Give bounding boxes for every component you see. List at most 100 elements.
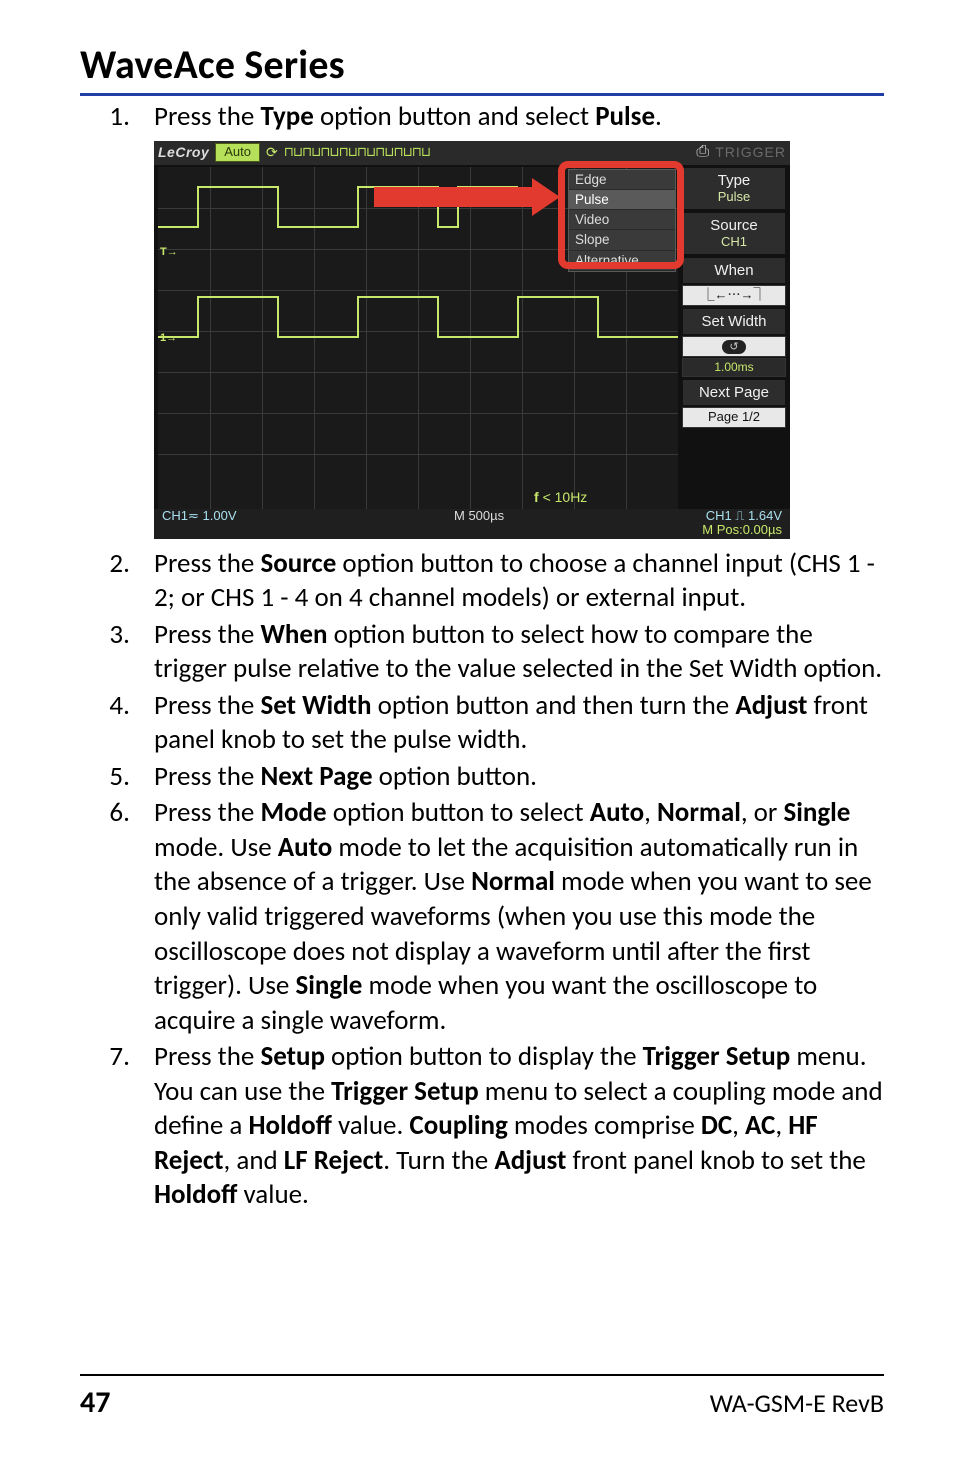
text: , and bbox=[224, 1144, 284, 1177]
text: modes comprise bbox=[508, 1109, 701, 1142]
bold: Holdoff bbox=[154, 1178, 237, 1211]
text: Press the bbox=[154, 760, 260, 793]
adjust-knob-icon: ↺ bbox=[722, 340, 745, 354]
step-5: Press the Next Page option button. bbox=[136, 760, 884, 795]
text: front panel knob to set the bbox=[566, 1144, 865, 1177]
bold: Source bbox=[260, 547, 336, 580]
status-trigger: CH1 ⎍ 1.64V bbox=[702, 509, 782, 523]
softkey-when[interactable]: When bbox=[682, 257, 786, 284]
trigger-title: TRIGGER bbox=[715, 144, 786, 162]
print-icon: ⎙ bbox=[696, 142, 709, 162]
bold: Normal bbox=[471, 865, 555, 898]
text: option button and then turn the bbox=[372, 689, 736, 722]
bold: Mode bbox=[260, 796, 326, 829]
text: , or bbox=[741, 796, 784, 829]
text: Press the bbox=[154, 689, 260, 722]
bold: LF Reject bbox=[284, 1144, 383, 1177]
type-dropdown: Edge Pulse Video Slope Alternative bbox=[568, 169, 676, 272]
status-timebase: M 500µs bbox=[454, 509, 504, 523]
text: , bbox=[732, 1109, 745, 1142]
brand-label: LeCroy bbox=[158, 144, 209, 162]
bold: Coupling bbox=[409, 1109, 507, 1142]
softkey-setwidth-label: Set Width bbox=[701, 313, 766, 330]
text: . bbox=[655, 100, 662, 133]
bold: Trigger Setup bbox=[331, 1075, 479, 1108]
footer-page-number: 47 bbox=[80, 1384, 110, 1421]
text: option button and select bbox=[314, 100, 595, 133]
step-4: Press the Set Width option button and th… bbox=[136, 689, 884, 758]
text: Press the bbox=[154, 796, 260, 829]
bold: Auto bbox=[278, 831, 332, 864]
status-position: M Pos:0.00µs bbox=[702, 523, 782, 537]
numbered-steps: Press the Type option button and select … bbox=[80, 100, 884, 1213]
text: option button to select bbox=[327, 796, 590, 829]
footer-doc-id: WA-GSM-E RevB bbox=[710, 1387, 884, 1419]
page-title: WaveAce Series bbox=[80, 40, 884, 89]
softkey-source[interactable]: Source CH1 bbox=[682, 212, 786, 255]
bold: Trigger Setup bbox=[643, 1040, 791, 1073]
bold: Pulse bbox=[595, 100, 655, 133]
bold: Adjust bbox=[735, 689, 807, 722]
dropdown-option-video[interactable]: Video bbox=[569, 210, 675, 230]
bold: Set Width bbox=[260, 689, 371, 722]
softkey-type-label: Type bbox=[718, 172, 751, 189]
dropdown-option-alternative[interactable]: Alternative bbox=[569, 251, 675, 271]
softkey-source-label: Source bbox=[710, 217, 758, 234]
bold: Auto bbox=[590, 796, 644, 829]
bold: Single bbox=[295, 969, 362, 1002]
callout-arrow bbox=[374, 177, 564, 217]
step-2: Press the Source option button to choose… bbox=[136, 547, 884, 616]
softkey-nextpage[interactable]: Next Page bbox=[682, 379, 786, 406]
bold: Normal bbox=[657, 796, 741, 829]
text: option button. bbox=[373, 760, 537, 793]
dropdown-option-slope[interactable]: Slope bbox=[569, 230, 675, 250]
title-underline bbox=[80, 93, 884, 96]
waveform-preview-icon: ⊓⊔⊓⊔⊓⊔⊓⊔⊓⊔⊓⊔⊓⊔⊓⊔ bbox=[284, 144, 430, 161]
page-footer: 47 WA-GSM-E RevB bbox=[80, 1374, 884, 1421]
text: Press the bbox=[154, 1040, 260, 1073]
softkey-setwidth[interactable]: Set Width bbox=[682, 308, 786, 335]
acq-status-badge: Auto bbox=[215, 143, 260, 162]
text: , bbox=[644, 796, 657, 829]
oscilloscope-screenshot: LeCroy Auto ⟳ ⊓⊔⊓⊔⊓⊔⊓⊔⊓⊔⊓⊔⊓⊔⊓⊔ ⎙ TRIGGER bbox=[154, 141, 884, 539]
text: , bbox=[775, 1109, 788, 1142]
dropdown-option-pulse[interactable]: Pulse bbox=[569, 190, 675, 210]
bold: Type bbox=[260, 100, 313, 133]
trigger-frequency: f f < 10Hz < 10Hz bbox=[534, 489, 587, 507]
document-page: WaveAce Series Press the Type option but… bbox=[0, 0, 954, 1475]
arm-icon: ⟳ bbox=[266, 144, 278, 162]
footer-rule bbox=[80, 1374, 884, 1376]
bold: AC bbox=[745, 1109, 775, 1142]
text: Press the bbox=[154, 100, 260, 133]
status-ch1: CH1≂ 1.00V bbox=[162, 509, 236, 523]
softkey-source-value: CH1 bbox=[685, 235, 783, 250]
step-1: Press the Type option button and select … bbox=[136, 100, 884, 539]
scope-screen: LeCroy Auto ⟳ ⊓⊔⊓⊔⊓⊔⊓⊔⊓⊔⊓⊔⊓⊔⊓⊔ ⎙ TRIGGER bbox=[154, 141, 790, 539]
softkey-when-label: When bbox=[714, 262, 753, 279]
scope-topbar: LeCroy Auto ⟳ ⊓⊔⊓⊔⊓⊔⊓⊔⊓⊔⊓⊔⊓⊔⊓⊔ ⎙ TRIGGER bbox=[154, 141, 790, 165]
softkey-page-indicator: Page 1/2 bbox=[682, 407, 786, 428]
text: . Turn the bbox=[383, 1144, 494, 1177]
text: option button to display the bbox=[325, 1040, 643, 1073]
bold: Single bbox=[783, 796, 850, 829]
bold: Adjust bbox=[494, 1144, 566, 1177]
step-7: Press the Setup option button to display… bbox=[136, 1040, 884, 1213]
bold: When bbox=[260, 618, 327, 651]
trigger-softkey-menu: Type Pulse Source CH1 When ⎿←⋯→⏋ Set Wid bbox=[682, 167, 786, 428]
text: value. bbox=[237, 1178, 308, 1211]
softkey-type-value: Pulse bbox=[685, 190, 783, 205]
bold: Next Page bbox=[260, 760, 372, 793]
text: Press the bbox=[154, 618, 260, 651]
softkey-type[interactable]: Type Pulse bbox=[682, 167, 786, 210]
bold: Setup bbox=[260, 1040, 325, 1073]
bold: DC bbox=[701, 1109, 732, 1142]
text: Press the bbox=[154, 547, 260, 580]
softkey-setwidth-value: 1.00ms bbox=[682, 358, 786, 377]
scope-statusbar: CH1≂ 1.00V M 500µs CH1 ⎍ 1.64V M Pos:0.0… bbox=[154, 509, 790, 539]
step-6: Press the Mode option button to select A… bbox=[136, 796, 884, 1038]
softkey-setwidth-valuebox: ↺ bbox=[682, 336, 786, 357]
bold: Holdoff bbox=[248, 1109, 331, 1142]
dropdown-option-edge[interactable]: Edge bbox=[569, 170, 675, 190]
softkey-when-glyph: ⎿←⋯→⏋ bbox=[682, 285, 786, 306]
softkey-nextpage-label: Next Page bbox=[699, 384, 769, 401]
